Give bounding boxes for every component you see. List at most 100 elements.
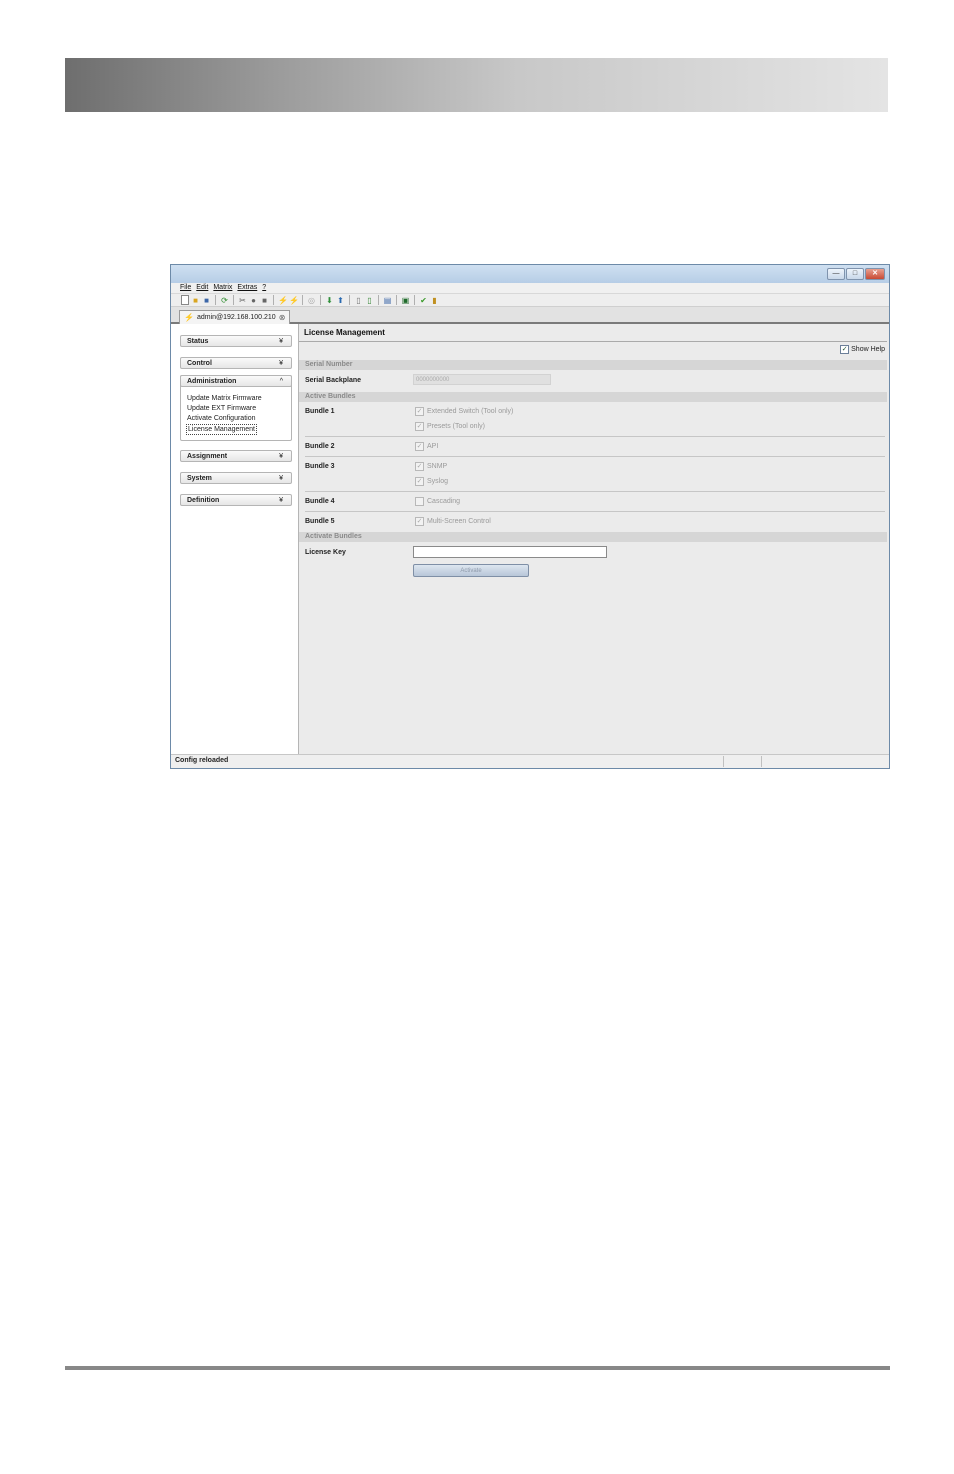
nav-update-ext-firmware[interactable]: Update EXT Firmware: [187, 404, 256, 413]
cut-icon[interactable]: ✂: [238, 296, 247, 305]
menu-file[interactable]: File: [180, 283, 191, 293]
document-export-icon[interactable]: ▯: [365, 296, 374, 305]
connection-tab-strip: ⚡ admin@192.168.100.210 ⊗: [171, 307, 889, 324]
plug-icon: ⚡: [184, 313, 194, 322]
new-file-icon[interactable]: [181, 295, 189, 305]
status-divider: [723, 756, 724, 767]
chevron-down-icon: ¥: [279, 453, 283, 460]
cascading-label: Cascading: [427, 498, 461, 505]
bundle-2-label: Bundle 2: [305, 443, 335, 450]
status-bar: Config reloaded: [171, 754, 889, 768]
connect-icon[interactable]: ⚡: [278, 296, 288, 305]
report-icon[interactable]: ▤: [383, 296, 392, 305]
nav-system[interactable]: System ¥: [180, 472, 292, 484]
bundle-3-label: Bundle 3: [305, 463, 335, 470]
activate-button[interactable]: Activate: [413, 564, 529, 577]
toolbar-separator: [414, 295, 415, 305]
bundle-1-option: ✓ Presets (Tool only): [415, 422, 485, 431]
bundle-divider: [305, 511, 885, 512]
extended-switch-label: Extended Switch (Tool only): [427, 408, 514, 415]
close-button[interactable]: ✕: [865, 268, 885, 280]
download-icon[interactable]: ⬇: [325, 296, 334, 305]
snmp-checkbox: ✓: [415, 462, 424, 471]
toolbar-separator: [273, 295, 274, 305]
toolbar-separator: [215, 295, 216, 305]
presets-label: Presets (Tool only): [427, 423, 485, 430]
nav-system-label: System: [187, 475, 212, 482]
section-serial-number: Serial Number: [299, 360, 887, 370]
multi-screen-control-checkbox: ✓: [415, 517, 424, 526]
nav-definition[interactable]: Definition ¥: [180, 494, 292, 506]
open-folder-icon[interactable]: ■: [191, 296, 200, 305]
target-icon[interactable]: ◎: [307, 296, 316, 305]
api-label: API: [427, 443, 439, 450]
document-icon[interactable]: ▯: [354, 296, 363, 305]
menu-help[interactable]: ?: [262, 283, 266, 293]
copy-icon[interactable]: ●: [249, 296, 258, 305]
connection-tab[interactable]: ⚡ admin@192.168.100.210 ⊗: [179, 310, 291, 324]
nav-update-matrix-firmware[interactable]: Update Matrix Firmware: [187, 394, 262, 403]
window-titlebar: — □ ✕: [171, 265, 889, 283]
monitor-icon[interactable]: ▣: [401, 296, 410, 305]
nav-activate-configuration[interactable]: Activate Configuration: [187, 414, 255, 423]
document-footer-rule: [65, 1366, 890, 1370]
toolbar: ■ ■ ⟳ ✂ ● ■ ⚡ ⚡ ◎ ⬇ ⬆ ▯ ▯ ▤ ▣ ✔ ▮: [171, 293, 889, 307]
nav-administration[interactable]: Administration ^: [180, 375, 292, 387]
nav-assignment[interactable]: Assignment ¥: [180, 450, 292, 462]
application-window: — □ ✕ File Edit Matrix Extras ? ■ ■ ⟳ ✂ …: [170, 264, 890, 769]
chevron-up-icon: ^: [279, 378, 283, 385]
bundle-5-option: ✓ Multi-Screen Control: [415, 517, 491, 526]
disconnect-icon[interactable]: ⚡: [289, 296, 299, 305]
minimize-button[interactable]: —: [827, 268, 845, 280]
document-header-band: [65, 58, 888, 112]
save-icon[interactable]: ■: [202, 296, 211, 305]
toolbar-separator: [349, 295, 350, 305]
show-help-toggle[interactable]: ✓ Show Help: [840, 345, 885, 354]
multi-screen-control-label: Multi-Screen Control: [427, 518, 491, 525]
cascading-checkbox: [415, 497, 424, 506]
menu-extras[interactable]: Extras: [237, 283, 257, 293]
connection-tab-label: admin@192.168.100.210: [196, 314, 276, 321]
bundle-3-option: ✓ SNMP: [415, 462, 447, 471]
status-text: Config reloaded: [175, 757, 229, 764]
syslog-label: Syslog: [427, 478, 449, 485]
main-content: License Management ✓ Show Help Serial Nu…: [299, 324, 889, 754]
maximize-button[interactable]: □: [846, 268, 864, 280]
tab-close-icon[interactable]: ⊗: [279, 313, 286, 322]
checkmark-icon[interactable]: ✔: [419, 296, 428, 305]
chevron-down-icon: ¥: [279, 475, 283, 482]
nav-control[interactable]: Control ¥: [180, 357, 292, 369]
nav-license-management[interactable]: License Management: [186, 424, 257, 435]
syslog-checkbox: ✓: [415, 477, 424, 486]
nav-definition-label: Definition: [187, 497, 220, 504]
menu-edit[interactable]: Edit: [196, 283, 208, 293]
snmp-label: SNMP: [427, 463, 448, 470]
upload-icon[interactable]: ⬆: [336, 296, 345, 305]
sidebar-navigation: Status ¥ Control ¥ Administration ^ Upda…: [171, 324, 299, 754]
bundle-2-option: ✓ API: [415, 442, 438, 451]
refresh-icon[interactable]: ⟳: [220, 296, 229, 305]
bundle-5-label: Bundle 5: [305, 518, 335, 525]
toolbar-separator: [378, 295, 379, 305]
nav-administration-label: Administration: [187, 378, 237, 385]
section-activate-bundles: Activate Bundles: [299, 532, 887, 542]
toolbar-separator: [302, 295, 303, 305]
nav-status[interactable]: Status ¥: [180, 335, 292, 347]
paste-icon[interactable]: ■: [260, 296, 269, 305]
menu-matrix[interactable]: Matrix: [213, 283, 232, 293]
license-key-input[interactable]: [413, 546, 607, 558]
book-icon[interactable]: ▮: [430, 296, 439, 305]
bundle-divider: [305, 491, 885, 492]
bundle-4-label: Bundle 4: [305, 498, 335, 505]
show-help-checkbox[interactable]: ✓: [840, 345, 850, 354]
chevron-down-icon: ¥: [279, 360, 283, 367]
window-controls: — □ ✕: [827, 268, 885, 280]
bundle-1-option: ✓ Extended Switch (Tool only): [415, 407, 513, 416]
toolbar-separator: [233, 295, 234, 305]
status-divider: [761, 756, 762, 767]
bundle-4-option: Cascading: [415, 497, 460, 506]
nav-assignment-label: Assignment: [187, 453, 228, 460]
title-divider: [299, 341, 887, 342]
api-checkbox: ✓: [415, 442, 424, 451]
bundle-divider: [305, 456, 885, 457]
